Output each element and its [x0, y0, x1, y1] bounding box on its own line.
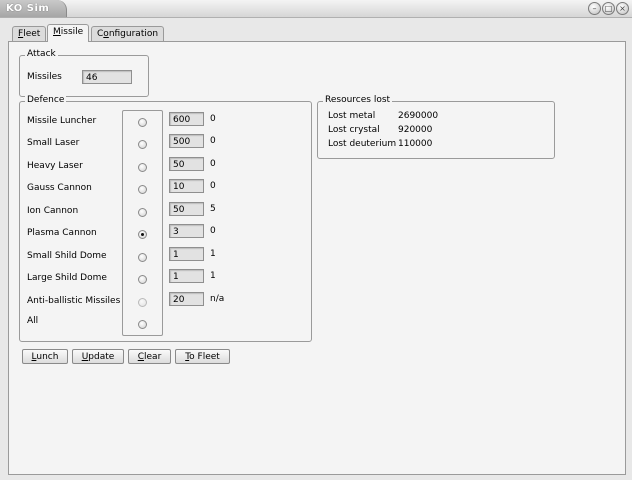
defence-radio-column: [122, 110, 163, 336]
missiles-label: Missiles: [27, 72, 62, 82]
anti-ballistic-missiles-input[interactable]: 20: [169, 292, 204, 306]
missiles-input[interactable]: 46: [82, 70, 132, 84]
small-shild-dome-result: 1: [210, 249, 216, 259]
lost-deuterium-value: 110000: [398, 139, 433, 149]
lost-metal-value: 2690000: [398, 111, 439, 121]
defence-label-small-shild-dome: Small Shild Dome: [27, 251, 107, 261]
tab-label: Fleet: [18, 29, 41, 39]
tab-configuration[interactable]: Configuration: [91, 26, 165, 42]
lost-crystal-value: 920000: [398, 125, 433, 135]
radio-heavy-laser[interactable]: [138, 163, 147, 172]
defence-label-small-laser: Small Laser: [27, 138, 80, 148]
gauss-cannon-result: 0: [210, 181, 216, 191]
close-icon[interactable]: ×: [616, 2, 629, 15]
defence-label-large-shild-dome: Large Shild Dome: [27, 273, 107, 283]
lost-crystal-label: Lost crystal: [328, 125, 380, 135]
anti-ballistic-missiles-result: n/a: [210, 294, 225, 304]
defence-label-gauss-cannon: Gauss Cannon: [27, 183, 92, 193]
defence-label-all: All: [27, 316, 39, 326]
lost-deuterium-label: Lost deuterium: [328, 139, 397, 149]
radio-gauss-cannon[interactable]: [138, 185, 147, 194]
missile-panel: Attack Missiles 46 Defence Missile Lunch…: [8, 41, 626, 475]
clear-button-label: Clear: [137, 352, 162, 362]
small-laser-result: 0: [210, 136, 216, 146]
to-fleet-button[interactable]: To Fleet: [175, 349, 230, 364]
attack-legend: Attack: [25, 49, 58, 59]
radio-missile-luncher[interactable]: [138, 118, 147, 127]
radio-plasma-cannon[interactable]: [138, 230, 147, 239]
update-button-label: Update: [81, 352, 115, 362]
tab-label: Missile: [53, 27, 84, 37]
resources-legend: Resources lost: [323, 95, 393, 105]
lunch-button[interactable]: Lunch: [22, 349, 68, 364]
attack-group: Attack Missiles 46: [19, 49, 149, 97]
heavy-laser-input[interactable]: 50: [169, 157, 204, 171]
ion-cannon-input[interactable]: 50: [169, 202, 204, 216]
radio-ion-cannon[interactable]: [138, 208, 147, 217]
small-shild-dome-input[interactable]: 1: [169, 247, 204, 261]
defence-label-missile-luncher: Missile Luncher: [27, 116, 97, 126]
small-laser-input[interactable]: 500: [169, 134, 204, 148]
defence-label-ion-cannon: Ion Cannon: [27, 206, 79, 216]
plasma-cannon-input[interactable]: 3: [169, 224, 204, 238]
missile-luncher-result: 0: [210, 114, 216, 124]
radio-small-laser[interactable]: [138, 140, 147, 149]
resources-group: Resources lost Lost metal 2690000 Lost c…: [317, 95, 555, 159]
to-fleet-button-label: To Fleet: [185, 352, 220, 362]
title-tab: KO Sim: [0, 0, 67, 17]
plasma-cannon-result: 0: [210, 226, 216, 236]
tab-missile[interactable]: Missile: [47, 24, 90, 42]
gauss-cannon-input[interactable]: 10: [169, 179, 204, 193]
ion-cannon-result: 5: [210, 204, 216, 214]
lost-metal-label: Lost metal: [328, 111, 376, 121]
window-title: KO Sim: [6, 3, 50, 14]
large-shild-dome-result: 1: [210, 271, 216, 281]
maximize-icon[interactable]: □: [602, 2, 615, 15]
large-shild-dome-input[interactable]: 1: [169, 269, 204, 283]
defence-group: Defence Missile Luncher 600 0 Small Lase…: [19, 95, 312, 342]
radio-anti-ballistic-missiles: [138, 298, 147, 307]
radio-all[interactable]: [138, 320, 147, 329]
tab-label: Configuration: [97, 29, 159, 39]
radio-small-shild-dome[interactable]: [138, 253, 147, 262]
defence-label-anti-ballistic-missiles: Anti-ballistic Missiles: [27, 296, 121, 306]
defence-label-plasma-cannon: Plasma Cannon: [27, 228, 97, 238]
defence-legend: Defence: [25, 95, 67, 105]
minimize-icon[interactable]: –: [588, 2, 601, 15]
tab-fleet[interactable]: Fleet: [12, 26, 47, 42]
missile-luncher-input[interactable]: 600: [169, 112, 204, 126]
lunch-button-label: Lunch: [31, 352, 59, 362]
defence-label-heavy-laser: Heavy Laser: [27, 161, 83, 171]
radio-large-shild-dome[interactable]: [138, 275, 147, 284]
clear-button[interactable]: Clear: [128, 349, 171, 364]
title-bar[interactable]: KO Sim – □ ×: [0, 0, 632, 18]
update-button[interactable]: Update: [72, 349, 124, 364]
heavy-laser-result: 0: [210, 159, 216, 169]
